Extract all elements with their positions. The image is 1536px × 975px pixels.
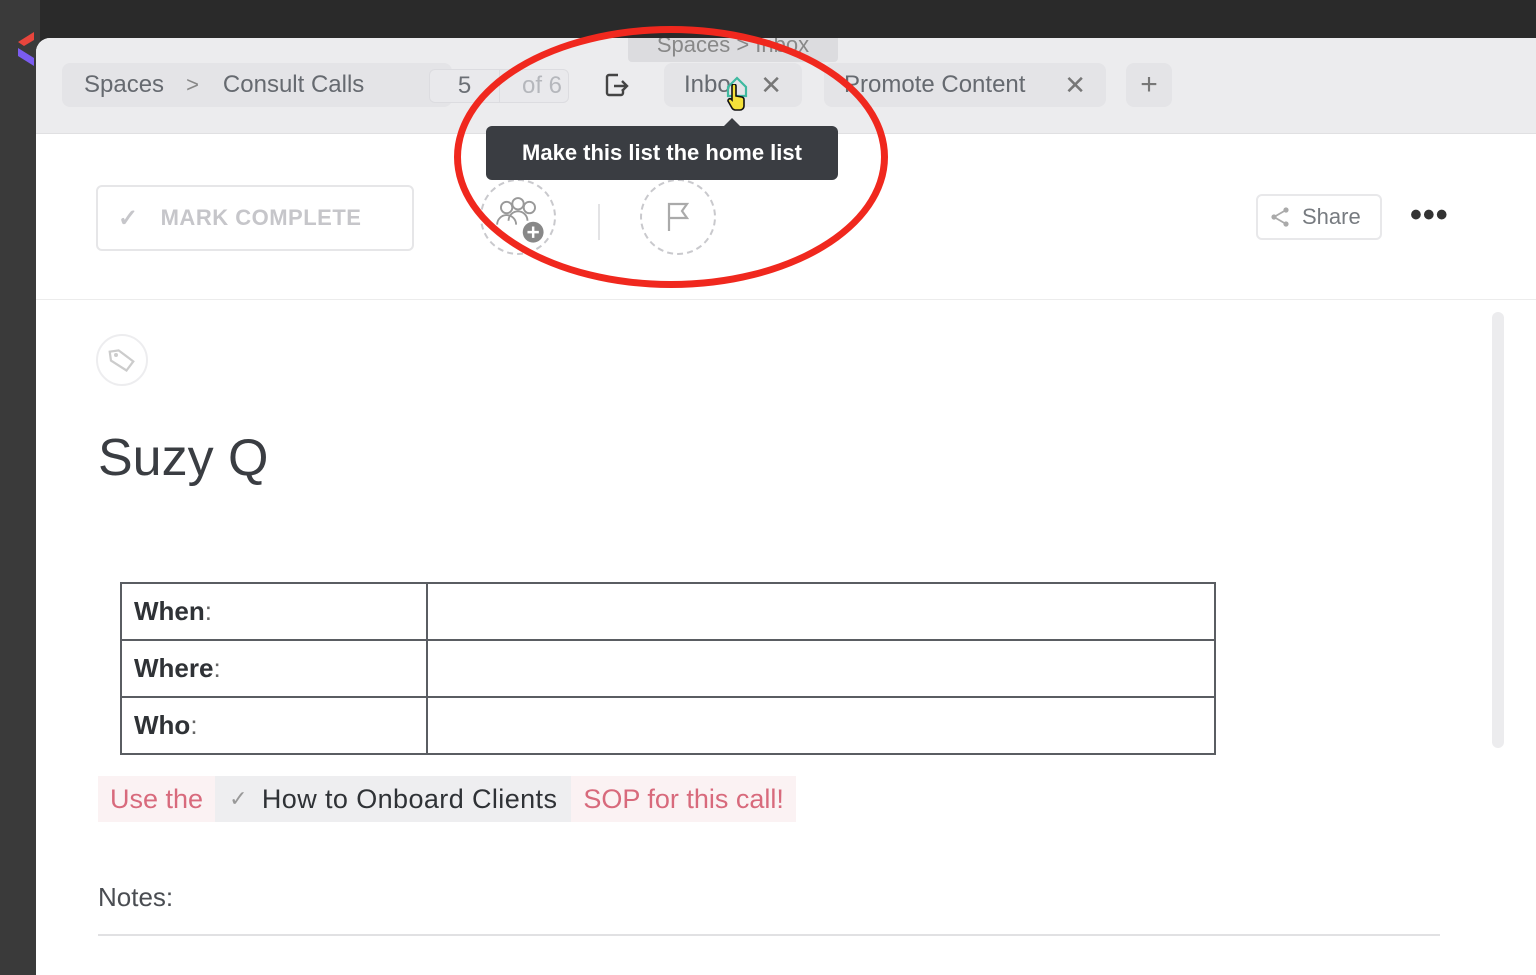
flag-icon bbox=[667, 202, 690, 231]
table-value-cell[interactable] bbox=[426, 696, 1216, 755]
task-mention-label: How to Onboard Clients bbox=[261, 783, 558, 814]
table-key-cell[interactable]: Where: bbox=[120, 639, 428, 698]
tab-inbox-close-icon[interactable]: ✕ bbox=[760, 70, 782, 101]
share-button[interactable]: Share bbox=[1256, 194, 1382, 240]
task-modal: Spaces > Consult Calls 5 of 6 Spaces > I… bbox=[36, 38, 1536, 975]
notes-label: Notes: bbox=[98, 882, 174, 912]
sop-prefix: Use the bbox=[98, 776, 216, 822]
toolbar-divider bbox=[598, 204, 600, 240]
tab-promote-content[interactable]: Promote Content ✕ bbox=[824, 63, 1106, 107]
breadcrumb[interactable]: Spaces > Consult Calls bbox=[62, 63, 452, 107]
share-label: Share bbox=[1302, 204, 1361, 229]
key-colon: : bbox=[190, 710, 198, 740]
background-top-bar bbox=[0, 0, 1536, 40]
share-icon bbox=[1271, 207, 1289, 227]
sop-suffix: SOP for this call! bbox=[571, 776, 796, 822]
pager-current[interactable]: 5 bbox=[430, 70, 500, 102]
sop-line: Use the ✓ How to Onboard Clients SOP for… bbox=[98, 776, 796, 822]
add-tag-button[interactable] bbox=[96, 334, 148, 386]
task-mention-link[interactable]: ✓ How to Onboard Clients bbox=[215, 776, 572, 822]
mention-check-icon: ✓ bbox=[229, 786, 248, 811]
info-table: When: Where: Who: bbox=[120, 582, 1216, 755]
breadcrumb-root[interactable]: Spaces bbox=[84, 71, 164, 99]
where-label: Where bbox=[134, 653, 214, 683]
check-icon: ✓ bbox=[118, 204, 139, 232]
breadcrumb-separator: > bbox=[186, 72, 199, 97]
table-value-cell[interactable] bbox=[426, 582, 1216, 641]
table-row: Who: bbox=[120, 696, 1216, 755]
tab-promote-close-icon[interactable]: ✕ bbox=[1064, 70, 1086, 101]
key-colon: : bbox=[204, 596, 212, 626]
breadcrumb-current[interactable]: Consult Calls bbox=[223, 71, 364, 99]
table-key-cell[interactable]: When: bbox=[120, 582, 428, 641]
task-title[interactable]: Suzy Q bbox=[98, 428, 269, 488]
who-label: Who bbox=[134, 710, 191, 740]
table-row: Where: bbox=[120, 639, 1216, 698]
background-sidebar bbox=[0, 0, 40, 975]
tab-hover-path: Spaces > Inbox bbox=[628, 38, 838, 62]
home-list-tooltip: Make this list the home list bbox=[486, 118, 838, 180]
cursor-icon bbox=[727, 84, 745, 111]
export-icon[interactable] bbox=[602, 71, 630, 99]
scrollbar[interactable] bbox=[1492, 312, 1504, 748]
assignee-add-icon bbox=[496, 197, 544, 243]
tag-icon bbox=[108, 349, 135, 372]
more-options-button[interactable]: ••• bbox=[1410, 198, 1449, 232]
add-assignee-button[interactable] bbox=[480, 179, 556, 255]
tab-bar: Spaces > Consult Calls 5 of 6 Spaces > I… bbox=[36, 38, 1536, 134]
task-pager[interactable]: 5 of 6 bbox=[429, 69, 569, 103]
mark-complete-label: MARK COMPLETE bbox=[160, 205, 362, 230]
pager-total: of 6 bbox=[522, 72, 563, 99]
when-label: When bbox=[134, 596, 205, 626]
notes-divider bbox=[98, 934, 1440, 936]
tab-promote-content-label: Promote Content bbox=[844, 71, 1026, 98]
mark-complete-button[interactable]: ✓ MARK COMPLETE bbox=[96, 185, 414, 251]
table-value-cell[interactable] bbox=[426, 639, 1216, 698]
priority-flag-button[interactable] bbox=[640, 179, 716, 255]
key-colon: : bbox=[213, 653, 221, 683]
add-tab-button[interactable]: + bbox=[1126, 63, 1172, 107]
table-row: When: bbox=[120, 582, 1216, 641]
table-key-cell[interactable]: Who: bbox=[120, 696, 428, 755]
